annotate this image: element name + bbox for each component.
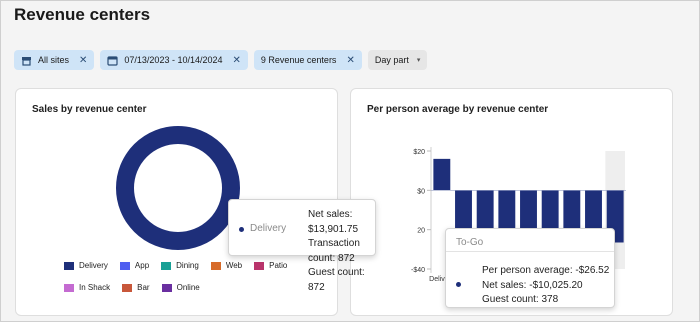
legend-label: Web (225, 261, 243, 270)
day-part-label: Day part (374, 55, 409, 65)
tooltip-category: To-Go (456, 237, 484, 248)
filter-chip-revenue-centers[interactable]: 9 Revenue centers ✕ (253, 50, 362, 70)
y-tick-label: 20 (417, 228, 425, 235)
legend-item-bar[interactable]: Bar (122, 283, 150, 292)
legend-item-in-shack[interactable]: In Shack (64, 283, 110, 292)
legend-item-delivery[interactable]: Delivery (64, 261, 108, 270)
legend-item-online[interactable]: Online (161, 283, 200, 292)
page-title: Revenue centers (14, 5, 151, 24)
y-tick-label: $0 (417, 188, 425, 195)
donut-tooltip: Delivery Net sales: $13,901.75 Transacti… (228, 199, 376, 293)
legend-swatch (64, 283, 74, 292)
legend-label: In Shack (79, 283, 111, 292)
tooltip-guest-count: Guest count: 872 (308, 267, 365, 293)
filter-chip-sites[interactable]: All sites ✕ (14, 50, 95, 70)
legend-item-dining[interactable]: Dining (161, 261, 199, 270)
legend-label: Delivery (79, 261, 108, 270)
donut-slice-delivery (116, 126, 240, 250)
filter-date-range-label: 07/13/2023 - 10/14/2024 (124, 55, 223, 65)
legend-label: Online (176, 283, 200, 292)
y-tick-label: -$40 (411, 267, 425, 274)
legend-swatch (119, 261, 130, 270)
series-dot (456, 282, 461, 287)
series-dot (239, 227, 244, 232)
legend-label: App (134, 261, 150, 270)
filter-revenue-centers-label: 9 Revenue centers (260, 55, 337, 65)
tooltip-guest-count: Guest count: 378 (482, 294, 559, 305)
legend-label: Dining (176, 261, 199, 270)
filter-bar: All sites ✕ 07/13/2023 - 10/14/2024 ✕ 9 … (14, 50, 428, 70)
legend-swatch (254, 261, 265, 270)
legend-label: Patio (269, 261, 288, 270)
store-icon (21, 55, 32, 66)
chart-legend: Delivery App Dining Web Patio In Shack B… (64, 261, 324, 292)
legend-swatch (210, 261, 221, 270)
legend-label: Bar (137, 283, 150, 292)
tooltip-net-sales: Net sales: -$10,025.20 (482, 279, 583, 291)
close-icon[interactable]: ✕ (79, 55, 87, 66)
tooltip-per-person-average: Per person average: -$26.52 (482, 265, 610, 276)
chevron-down-icon: ▾ (416, 57, 421, 64)
legend-swatch (122, 283, 133, 292)
legend-swatch (161, 261, 172, 270)
legend-item-patio[interactable]: Patio (254, 261, 287, 270)
bar-tooltip: To-Go Per person average: -$26.52 Net sa… (445, 228, 615, 308)
tooltip-values: Per person average: -$26.52 Net sales: -… (482, 264, 609, 308)
tooltip-header: To-Go (446, 229, 614, 252)
filter-chip-date-range[interactable]: 07/13/2023 - 10/14/2024 ✕ (100, 50, 248, 70)
close-icon[interactable]: ✕ (346, 55, 354, 66)
legend-swatch (64, 261, 74, 270)
tooltip-values: Net sales: $13,901.75 Transaction count:… (308, 208, 375, 295)
tooltip-transaction-count: Transaction count: 872 (308, 238, 360, 264)
y-tick-label: $20 (413, 149, 425, 156)
bar (433, 158, 451, 191)
day-part-dropdown[interactable]: Day part ▾ (367, 50, 428, 70)
tooltip-net-sales: Net sales: $13,901.75 (308, 209, 359, 235)
legend-item-app[interactable]: App (119, 261, 150, 270)
legend-swatch (161, 283, 172, 292)
calendar-icon (107, 55, 119, 66)
legend-item-web[interactable]: Web (210, 261, 243, 270)
close-icon[interactable]: ✕ (233, 55, 241, 66)
tooltip-category: Delivery (250, 223, 287, 234)
filter-sites-label: All sites (38, 55, 70, 65)
